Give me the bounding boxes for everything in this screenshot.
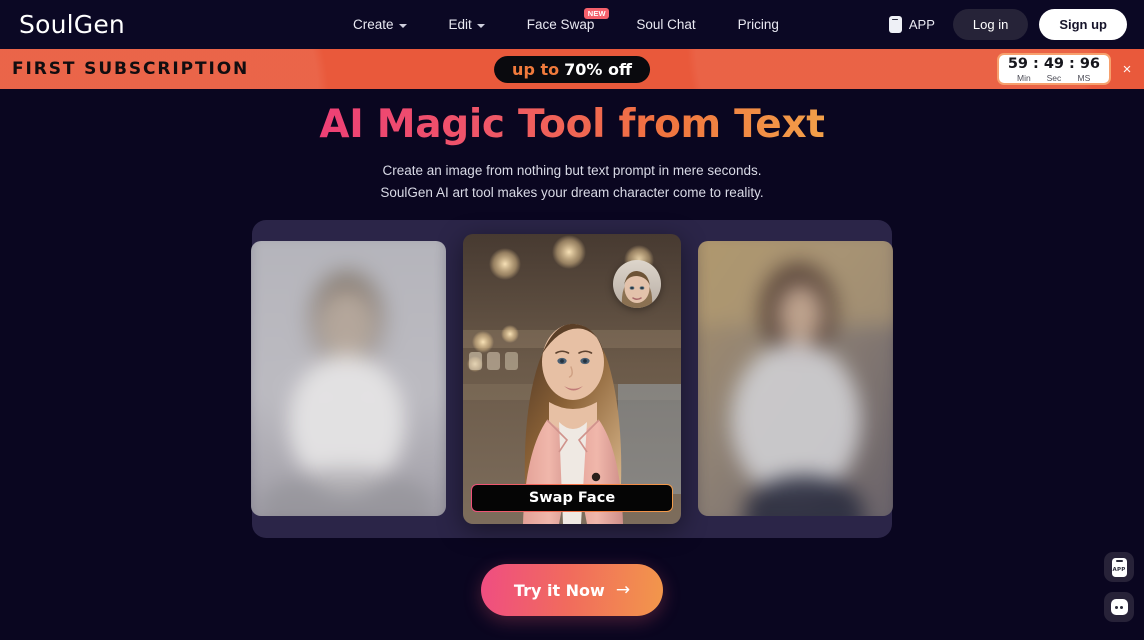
swap-face-button[interactable]: Swap Face — [471, 484, 673, 512]
chat-dot — [1120, 605, 1124, 609]
hero-section: AI Magic Tool from Text Create an image … — [0, 89, 1144, 617]
brand-logo[interactable]: SoulGen — [19, 12, 125, 37]
page-title: AI Magic Tool from Text — [319, 102, 825, 147]
arrow-right-icon: → — [615, 579, 631, 600]
carousel-image-right — [698, 241, 893, 517]
countdown-millis-label: MS — [1077, 73, 1091, 83]
floating-app-label: APP — [1112, 567, 1126, 573]
promo-banner: FIRST SUBSCRIPTION up to 70% off 59 : 49… — [0, 49, 1144, 89]
try-it-now-button[interactable]: Try it Now → — [480, 564, 664, 617]
promo-banner-title: FIRST SUBSCRIPTION — [12, 59, 250, 79]
showcase-carousel: Swap Face — [251, 220, 893, 539]
countdown-minutes: 59 — [1007, 55, 1028, 72]
promo-pill-prefix: up to — [512, 60, 560, 79]
nav-item-edit[interactable]: Edit — [428, 0, 506, 49]
floating-chat-button[interactable] — [1104, 592, 1134, 622]
mobile-app-icon — [888, 16, 902, 33]
main-nav-links: Create Edit Face Swap NEW Soul Chat Pric… — [332, 0, 800, 49]
nav-item-face-swap[interactable]: Face Swap NEW — [506, 0, 616, 49]
login-button[interactable]: Log in — [952, 9, 1029, 40]
chevron-down-icon — [398, 23, 407, 28]
mobile-app-icon: APP — [1111, 557, 1127, 577]
chat-dot — [1114, 605, 1118, 609]
hero-subtitle-line-1: Create an image from nothing but text pr… — [382, 162, 762, 178]
cta-row: Try it Now → — [0, 564, 1144, 617]
chat-bubble-icon — [1110, 599, 1128, 615]
carousel-card-right[interactable] — [698, 241, 893, 517]
floating-action-stack: APP — [1104, 552, 1134, 622]
countdown-minutes-label: Min — [1017, 73, 1031, 83]
countdown-seconds-label: Sec — [1046, 73, 1062, 83]
page-root: SoulGen Create Edit Face Swap NEW Soul C… — [0, 0, 1144, 640]
countdown-separator: : — [1069, 55, 1075, 72]
carousel-card-center[interactable]: Swap Face — [463, 234, 681, 525]
app-download-label: APP — [908, 17, 935, 32]
nav-item-pricing[interactable]: Pricing — [717, 0, 800, 49]
nav-actions: APP Log in Sign up — [888, 9, 1127, 40]
nav-item-soul-chat-label: Soul Chat — [636, 17, 696, 32]
promo-pill-discount: 70% off — [564, 60, 632, 79]
hero-subtitle-line-2: SoulGen AI art tool makes your dream cha… — [380, 184, 764, 200]
countdown-millis: 96 — [1079, 55, 1100, 72]
promo-discount-pill[interactable]: up to 70% off — [494, 56, 650, 83]
app-download-link[interactable]: APP — [888, 16, 935, 33]
try-it-now-label: Try it Now — [513, 580, 605, 600]
carousel-card-left[interactable] — [251, 241, 446, 517]
nav-item-pricing-label: Pricing — [737, 17, 779, 32]
chevron-down-icon — [476, 23, 485, 28]
floating-app-button[interactable]: APP — [1104, 552, 1134, 582]
countdown-digits: 59 : 49 : 96 — [1007, 55, 1100, 72]
countdown-separator: : — [1033, 55, 1039, 72]
source-face-thumbnail[interactable] — [613, 260, 661, 309]
carousel-image-left — [251, 241, 446, 517]
countdown-timer: 59 : 49 : 96 Min Sec MS — [996, 53, 1111, 85]
signup-button[interactable]: Sign up — [1039, 9, 1127, 40]
top-navigation-bar: SoulGen Create Edit Face Swap NEW Soul C… — [0, 0, 1144, 49]
nav-item-create[interactable]: Create — [332, 0, 428, 49]
nav-item-face-swap-label: Face Swap — [526, 17, 595, 32]
nav-item-edit-label: Edit — [448, 17, 472, 32]
countdown-seconds: 49 — [1043, 55, 1064, 72]
close-icon[interactable]: × — [1117, 59, 1137, 79]
nav-item-soul-chat[interactable]: Soul Chat — [615, 0, 716, 49]
nav-item-create-label: Create — [353, 17, 394, 32]
new-badge: NEW — [584, 8, 610, 19]
hero-subtitle: Create an image from nothing but text pr… — [0, 160, 1144, 205]
countdown-labels: Min Sec MS — [1013, 74, 1094, 83]
